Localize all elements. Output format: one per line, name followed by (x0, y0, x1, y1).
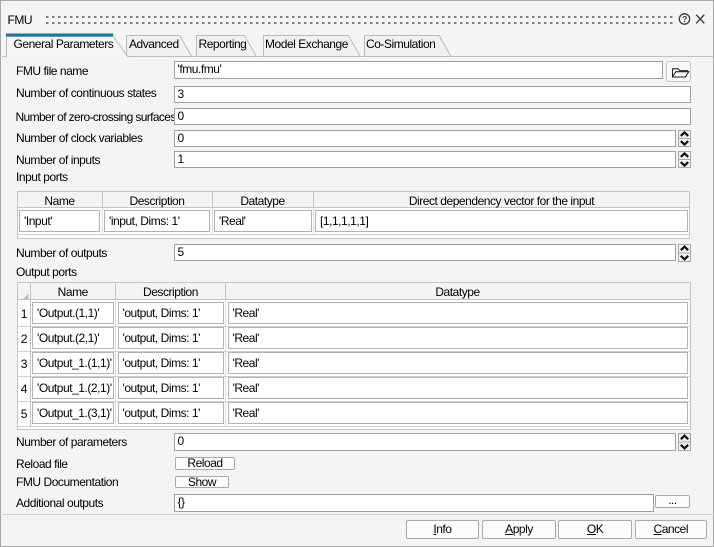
svg-text:?: ? (682, 14, 687, 24)
